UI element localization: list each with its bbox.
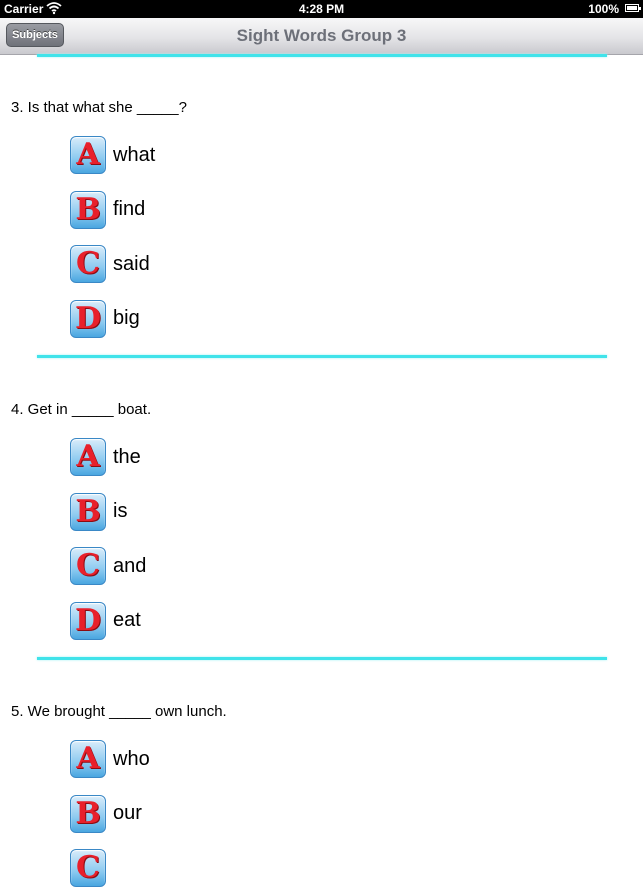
answer-word: is <box>113 500 128 522</box>
letter-d-icon[interactable]: D <box>70 299 106 338</box>
answer-option-a[interactable]: Awho <box>70 739 150 779</box>
letter-b-icon[interactable]: B <box>70 794 106 833</box>
navigation-bar: Subjects Sight Words Group 3 <box>0 18 643 55</box>
answer-letter: B <box>75 191 101 227</box>
answer-option-a[interactable]: Awhat <box>70 135 155 175</box>
answer-word: what <box>113 143 156 166</box>
status-bar: Carrier 4:28 PM 100% <box>0 0 643 18</box>
answer-letter: D <box>74 602 101 638</box>
answer-option-c[interactable]: Cand <box>70 546 146 586</box>
answer-letter: C <box>76 548 100 583</box>
answer-letter: C <box>76 246 100 281</box>
letter-a-icon[interactable]: A <box>70 438 106 476</box>
answer-option-b[interactable]: Bis <box>70 492 127 532</box>
section-divider <box>37 54 607 57</box>
answer-option-b[interactable]: Bfind <box>70 190 145 230</box>
answer-letter: A <box>76 741 100 776</box>
clock: 4:28 PM <box>298 2 345 16</box>
answer-option-c[interactable]: C <box>70 848 113 888</box>
answer-word: eat <box>113 609 141 631</box>
answer-word: the <box>113 445 141 468</box>
answer-option-a[interactable]: Athe <box>70 437 141 477</box>
answer-word: who <box>113 747 150 770</box>
answer-word: our <box>113 802 142 824</box>
answer-letter: D <box>74 300 101 336</box>
battery-icon <box>625 4 641 12</box>
answer-word: find <box>113 198 146 220</box>
battery-percent: 100% <box>588 2 619 16</box>
letter-b-icon[interactable]: B <box>70 492 106 531</box>
answer-word: big <box>113 307 140 329</box>
letter-c-icon[interactable]: C <box>70 547 106 585</box>
section-divider <box>37 355 607 358</box>
answer-word: said <box>113 252 150 275</box>
answer-letter: B <box>75 493 101 529</box>
section-divider <box>37 657 607 660</box>
answer-letter: C <box>76 850 100 885</box>
answer-letter: A <box>76 439 100 474</box>
letter-b-icon[interactable]: B <box>70 190 106 229</box>
answer-word: and <box>113 554 147 577</box>
answer-option-c[interactable]: Csaid <box>70 244 150 284</box>
question-text: 5. We brought _____ own lunch. <box>11 703 227 720</box>
letter-a-icon[interactable]: A <box>70 136 106 174</box>
answer-letter: B <box>75 795 101 831</box>
page-title: Sight Words Group 3 <box>236 26 407 45</box>
letter-c-icon[interactable]: C <box>70 849 106 887</box>
letter-d-icon[interactable]: D <box>70 601 106 640</box>
question-text: 4. Get in _____ boat. <box>11 401 152 418</box>
letter-a-icon[interactable]: A <box>70 740 106 778</box>
answer-option-b[interactable]: Bour <box>70 794 142 834</box>
answer-option-d[interactable]: Dbig <box>70 299 140 339</box>
letter-c-icon[interactable]: C <box>70 245 106 283</box>
answer-letter: A <box>76 137 100 172</box>
answer-option-d[interactable]: Deat <box>70 601 141 641</box>
question-text: 3. Is that what she _____? <box>11 99 187 116</box>
